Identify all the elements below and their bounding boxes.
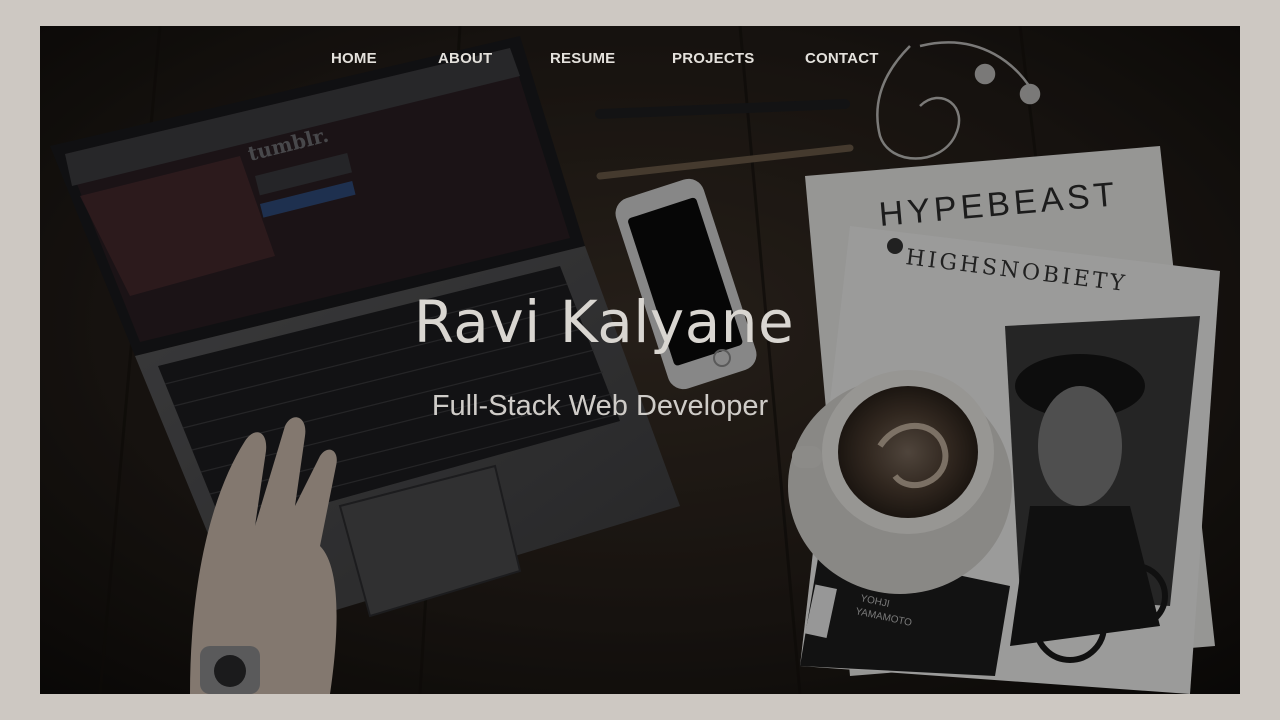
- nav-link-about[interactable]: ABOUT: [438, 50, 492, 67]
- hero-role: Full-Stack Web Developer: [431, 390, 769, 422]
- nav-link-projects[interactable]: PROJECTS: [672, 50, 754, 67]
- nav-link-home[interactable]: HOME: [331, 50, 377, 67]
- main-nav: HOME ABOUT RESUME PROJECTS CONTACT: [40, 50, 1240, 70]
- nav-link-resume[interactable]: RESUME: [550, 50, 615, 67]
- hero-section: tumblr. HYPEBEAST HIGHSNOBIETY YOHJI YAM…: [40, 26, 1240, 694]
- hero-dark-overlay: [40, 26, 1240, 694]
- hero-name: Ravi Kalyane: [413, 288, 795, 356]
- nav-link-contact[interactable]: CONTACT: [805, 50, 879, 67]
